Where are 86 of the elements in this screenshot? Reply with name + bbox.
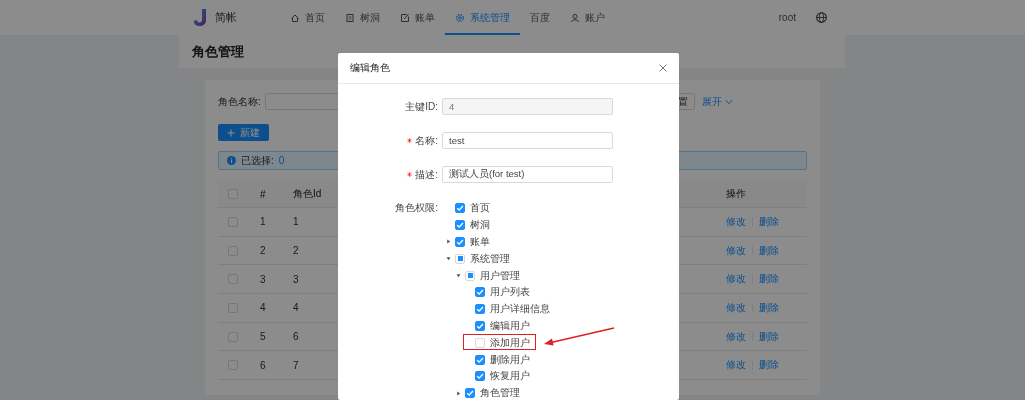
tree-item-label[interactable]: 添加用户 [490, 335, 530, 350]
delete-link[interactable]: 删除 [759, 272, 779, 287]
table-cell: 4 [260, 302, 266, 314]
username[interactable]: root [778, 12, 796, 23]
field-label: 描述: [415, 167, 438, 182]
globe-icon[interactable] [816, 12, 827, 23]
edit-link[interactable]: 修改 [726, 300, 746, 315]
tree-item-label[interactable]: 编辑用户 [490, 318, 530, 333]
edit-link[interactable]: 修改 [726, 272, 746, 287]
selection-count: 0 [278, 155, 285, 166]
tree-checkbox[interactable] [455, 237, 465, 247]
text-input[interactable]: test [442, 132, 613, 149]
tree-checkbox[interactable] [465, 388, 475, 399]
required-asterisk-icon [407, 172, 413, 177]
caret-right-icon[interactable] [445, 239, 451, 245]
column-header: 操作 [726, 187, 746, 201]
table-cell: 1 [260, 216, 266, 228]
caret-right-icon[interactable] [455, 390, 461, 396]
close-icon[interactable] [659, 64, 667, 72]
tree-checkbox[interactable] [455, 220, 465, 231]
edit-link[interactable]: 修改 [726, 358, 746, 373]
delete-link[interactable]: 删除 [759, 358, 779, 373]
edit-link[interactable]: 修改 [726, 329, 746, 344]
tree-checkbox[interactable] [475, 320, 485, 331]
tree-item-label[interactable]: 用户列表 [490, 285, 530, 300]
table-cell: 1 [293, 216, 299, 228]
table-cell: 5 [260, 331, 266, 343]
tree-item-label[interactable]: 树洞 [470, 218, 490, 233]
field-label: 名称: [415, 133, 438, 148]
table-cell: 6 [260, 359, 266, 371]
plus-icon [227, 128, 235, 137]
text-input[interactable]: 测试人员(for test) [442, 166, 613, 183]
table-cell: 7 [293, 359, 299, 371]
tree-checkbox[interactable] [475, 354, 485, 365]
field-label: 角色权限: [395, 201, 438, 216]
user-icon [570, 12, 580, 23]
tree-item-label[interactable]: 用户详细信息 [490, 302, 550, 317]
tree-checkbox[interactable] [475, 371, 485, 382]
caret-down-icon[interactable] [455, 273, 461, 279]
tree-item-label[interactable]: 账单 [470, 235, 490, 249]
expand-link[interactable]: 展开 [702, 94, 733, 109]
tree-item-label[interactable]: 首页 [470, 201, 490, 216]
table-cell: 2 [260, 245, 266, 257]
nav-tab[interactable]: 账单 [390, 0, 445, 35]
home-icon [290, 12, 300, 23]
required-asterisk-icon [407, 138, 413, 143]
column-header: 角色Id [293, 188, 322, 199]
tree-checkbox[interactable] [475, 287, 485, 298]
table-cell: 3 [293, 273, 299, 285]
gear-icon [455, 12, 465, 23]
caret-down-icon[interactable] [445, 256, 451, 262]
nav-tab[interactable]: 账户 [560, 0, 615, 35]
table-cell: 6 [293, 331, 299, 343]
selection-label: 已选择: [241, 153, 274, 168]
annotation-arrow [544, 327, 615, 346]
tree-item-label[interactable]: 角色管理 [480, 386, 520, 400]
page-title: 角色管理 [192, 43, 244, 61]
logo-icon [193, 9, 207, 26]
nav-tab[interactable]: 首页 [280, 0, 335, 35]
delete-link[interactable]: 删除 [759, 300, 779, 315]
column-header: # [260, 188, 266, 200]
nav-tab[interactable]: 树洞 [335, 0, 390, 35]
field-label: 主键ID: [405, 99, 438, 114]
tree-checkbox[interactable] [475, 304, 485, 315]
tree-checkbox[interactable] [455, 203, 465, 214]
delete-link[interactable]: 删除 [759, 329, 779, 344]
edit-link[interactable]: 修改 [726, 243, 746, 258]
table-cell: 4 [293, 302, 299, 314]
chevron-down-icon [725, 98, 733, 105]
tree-item-label[interactable]: 系统管理 [470, 251, 510, 266]
nav-tab[interactable]: 百度 [520, 0, 560, 35]
edit-icon [400, 12, 410, 23]
info-icon [227, 156, 236, 165]
brand-name: 简帐 [215, 10, 237, 25]
table-cell: 2 [293, 245, 299, 257]
document-icon [345, 12, 355, 23]
field-label: 角色名称: [218, 94, 261, 109]
new-button[interactable]: 新建 [218, 124, 269, 141]
tree-item-label[interactable]: 删除用户 [490, 352, 530, 367]
edit-link[interactable]: 修改 [726, 214, 746, 229]
table-cell: 3 [260, 273, 266, 285]
delete-link[interactable]: 删除 [759, 243, 779, 258]
tree-item-label[interactable]: 恢复用户 [490, 369, 530, 384]
modal-title: 编辑角色 [350, 61, 390, 75]
delete-link[interactable]: 删除 [759, 214, 779, 229]
tree-item-label[interactable]: 用户管理 [480, 268, 520, 283]
